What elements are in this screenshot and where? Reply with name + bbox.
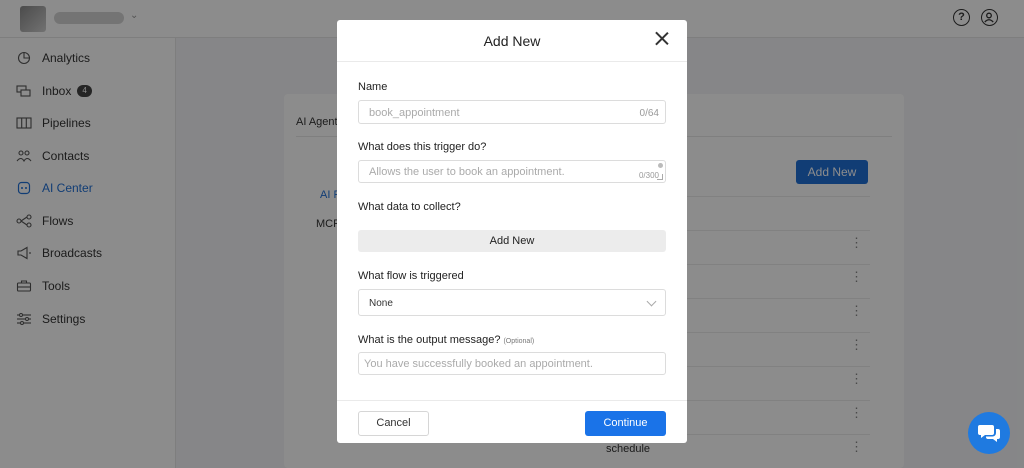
flow-select-value: None bbox=[369, 298, 393, 309]
chat-icon bbox=[978, 425, 1000, 442]
flow-select[interactable]: None bbox=[358, 289, 666, 316]
close-icon[interactable] bbox=[655, 31, 669, 45]
trigger-description-textarea[interactable]: Allows the user to book an appointment. … bbox=[358, 160, 666, 183]
cancel-button[interactable]: Cancel bbox=[358, 411, 429, 436]
chevron-down-icon bbox=[646, 296, 657, 307]
trigger-char-counter: 0/300 bbox=[638, 171, 659, 180]
info-dot-icon bbox=[658, 163, 663, 168]
continue-button[interactable]: Continue bbox=[585, 411, 666, 436]
output-label: What is the output message? (Optional) bbox=[358, 334, 534, 346]
dialog-footer: Cancel Continue bbox=[337, 400, 687, 443]
optional-tag: (Optional) bbox=[503, 338, 535, 345]
output-placeholder: You have successfully booked an appointm… bbox=[364, 358, 593, 370]
name-char-counter: 0/64 bbox=[639, 108, 659, 119]
output-message-field[interactable]: You have successfully booked an appointm… bbox=[358, 352, 666, 375]
collect-label: What data to collect? bbox=[358, 201, 461, 213]
add-data-field-button[interactable]: Add New bbox=[358, 230, 666, 252]
flow-label: What flow is triggered bbox=[358, 270, 464, 282]
add-new-dialog: Add New Name book_appointment 0/64 What … bbox=[337, 20, 687, 443]
resize-handle-icon[interactable] bbox=[657, 174, 663, 180]
trigger-label: What does this trigger do? bbox=[358, 141, 487, 153]
name-label: Name bbox=[358, 81, 388, 93]
output-label-text: What is the output message? bbox=[358, 334, 501, 346]
trigger-placeholder: Allows the user to book an appointment. bbox=[369, 166, 565, 178]
live-chat-button[interactable] bbox=[968, 412, 1010, 454]
name-field[interactable]: book_appointment 0/64 bbox=[358, 100, 666, 124]
dialog-title: Add New bbox=[483, 33, 541, 49]
name-placeholder: book_appointment bbox=[369, 107, 460, 119]
dialog-header: Add New bbox=[337, 20, 687, 62]
